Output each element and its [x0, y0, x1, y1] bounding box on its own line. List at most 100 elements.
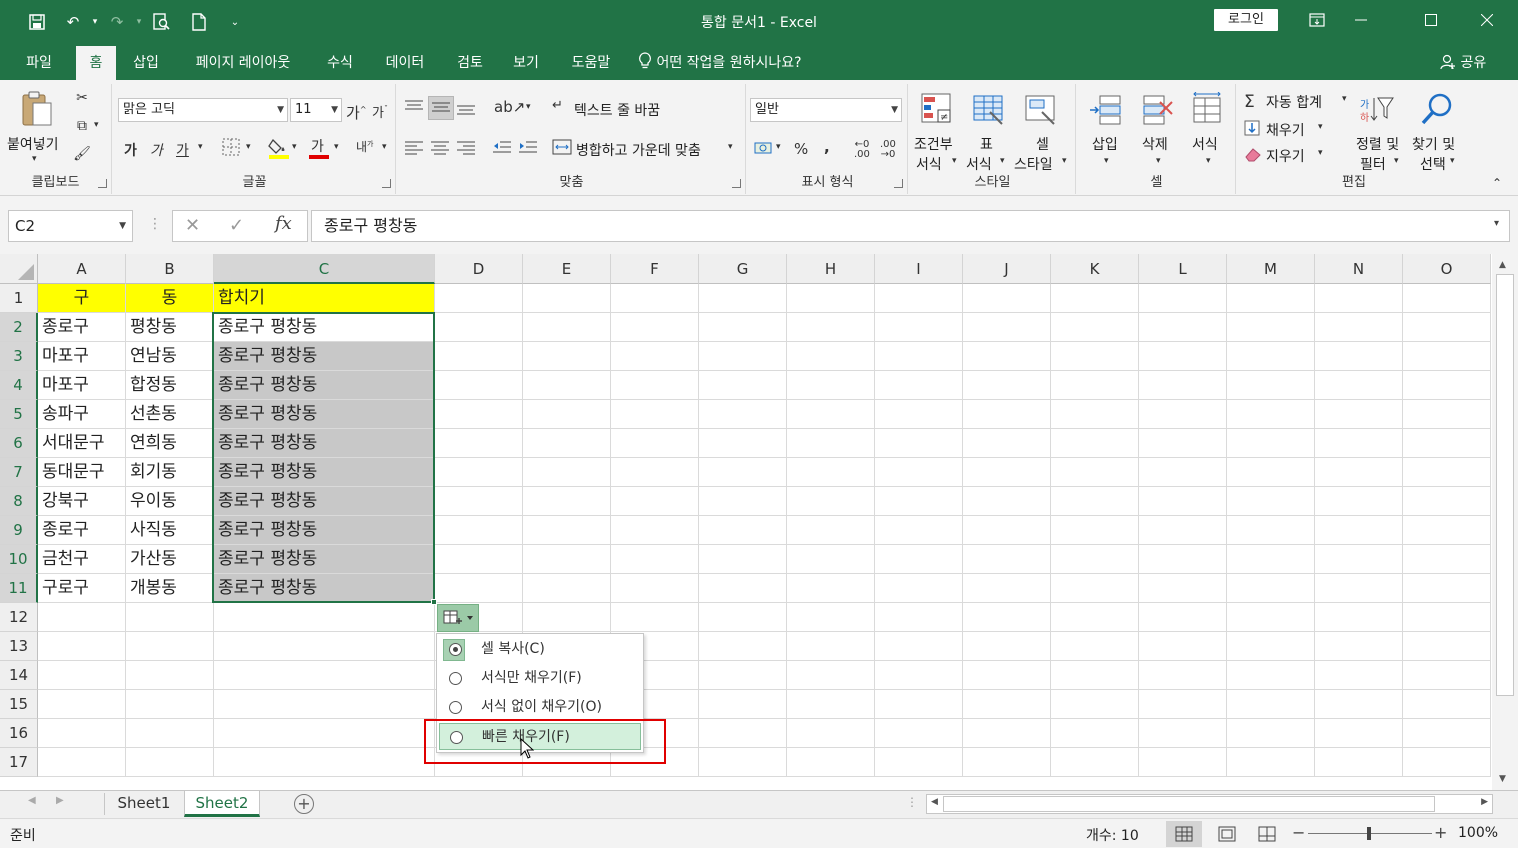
cell-e6[interactable] — [523, 429, 611, 458]
decrease-decimal-icon[interactable]: .00 →0 — [880, 140, 896, 160]
accounting-dropdown-icon[interactable]: ▾ — [776, 142, 781, 152]
cell-o16[interactable] — [1403, 719, 1491, 748]
cell-o6[interactable] — [1403, 429, 1491, 458]
shrink-font-button[interactable]: 가ˇ — [372, 102, 388, 121]
cell-k3[interactable] — [1051, 342, 1139, 371]
cell-l6[interactable] — [1139, 429, 1227, 458]
cell-l15[interactable] — [1139, 690, 1227, 719]
cell-g10[interactable] — [699, 545, 787, 574]
format-cells-icon[interactable] — [1190, 91, 1224, 126]
collapse-ribbon-icon[interactable]: ⌃ — [1492, 176, 1502, 190]
font-color-icon[interactable]: 가 — [308, 136, 330, 164]
cell-j4[interactable] — [963, 371, 1051, 400]
cell-b1[interactable]: 동 — [126, 284, 214, 313]
cell-o15[interactable] — [1403, 690, 1491, 719]
cell-o11[interactable] — [1403, 574, 1491, 603]
cell-h11[interactable] — [787, 574, 875, 603]
cell-m10[interactable] — [1227, 545, 1315, 574]
cell-i9[interactable] — [875, 516, 963, 545]
cell-i15[interactable] — [875, 690, 963, 719]
cell-o14[interactable] — [1403, 661, 1491, 690]
align-top-icon[interactable] — [404, 98, 424, 120]
zoom-slider-thumb[interactable] — [1367, 827, 1371, 840]
row-header-8[interactable]: 8 — [0, 487, 38, 516]
delete-cells-icon[interactable] — [1140, 92, 1174, 126]
cell-i1[interactable] — [875, 284, 963, 313]
cell-l9[interactable] — [1139, 516, 1227, 545]
cell-j15[interactable] — [963, 690, 1051, 719]
cell-a12[interactable] — [38, 603, 126, 632]
cell-l17[interactable] — [1139, 748, 1227, 777]
cell-b11[interactable]: 개봉동 — [126, 574, 214, 603]
conditional-formatting-icon[interactable]: ≠ — [920, 92, 954, 126]
confirm-entry-icon[interactable]: ✓ — [229, 215, 244, 236]
cell-j7[interactable] — [963, 458, 1051, 487]
tab-data[interactable]: 데이터 — [376, 46, 434, 80]
chevron-down-icon[interactable]: ▼ — [119, 211, 126, 241]
page-break-view-button[interactable] — [1254, 821, 1280, 847]
formula-input[interactable]: 종로구 평창동 — [311, 210, 1510, 242]
row-header-10[interactable]: 10 — [0, 545, 38, 574]
format-cells-label[interactable]: 서식 — [1192, 134, 1218, 154]
conditional-formatting-label1[interactable]: 조건부 — [914, 134, 953, 154]
comma-style-icon[interactable]: , — [824, 138, 830, 156]
cell-h10[interactable] — [787, 545, 875, 574]
row-header-12[interactable]: 12 — [0, 603, 38, 632]
save-icon[interactable] — [26, 11, 48, 33]
cell-j12[interactable] — [963, 603, 1051, 632]
cell-d7[interactable] — [435, 458, 523, 487]
cell-a11[interactable]: 구로구 — [38, 574, 126, 603]
cell-l10[interactable] — [1139, 545, 1227, 574]
column-header-o[interactable]: O — [1403, 254, 1491, 284]
cell-m2[interactable] — [1227, 313, 1315, 342]
cell-d2[interactable] — [435, 313, 523, 342]
cell-f5[interactable] — [611, 400, 699, 429]
cell-a3[interactable]: 마포구 — [38, 342, 126, 371]
cell-n16[interactable] — [1315, 719, 1403, 748]
merge-dropdown-icon[interactable]: ▾ — [728, 142, 733, 152]
underline-dropdown-icon[interactable]: ▾ — [198, 142, 203, 152]
cell-l16[interactable] — [1139, 719, 1227, 748]
cell-i6[interactable] — [875, 429, 963, 458]
cell-c5[interactable]: 종로구 평창동 — [214, 400, 435, 429]
row-header-14[interactable]: 14 — [0, 661, 38, 690]
cell-o17[interactable] — [1403, 748, 1491, 777]
cell-a10[interactable]: 금천구 — [38, 545, 126, 574]
cell-o2[interactable] — [1403, 313, 1491, 342]
cell-n11[interactable] — [1315, 574, 1403, 603]
radio-fill-without-formatting[interactable] — [449, 701, 462, 714]
phonetic-guide-icon[interactable]: 내가 — [356, 138, 374, 155]
cell-h3[interactable] — [787, 342, 875, 371]
cell-d10[interactable] — [435, 545, 523, 574]
cell-m13[interactable] — [1227, 632, 1315, 661]
cell-g8[interactable] — [699, 487, 787, 516]
menu-item-fill-formatting-only[interactable]: 서식만 채우기(F) — [439, 665, 641, 692]
cell-n15[interactable] — [1315, 690, 1403, 719]
cell-e1[interactable] — [523, 284, 611, 313]
cell-o3[interactable] — [1403, 342, 1491, 371]
tab-file[interactable]: 파일 — [12, 46, 66, 80]
number-format-combo[interactable]: 일반 ▼ — [750, 98, 902, 122]
underline-button[interactable]: 가 — [176, 140, 189, 160]
cell-a13[interactable] — [38, 632, 126, 661]
cell-k12[interactable] — [1051, 603, 1139, 632]
cell-n7[interactable] — [1315, 458, 1403, 487]
number-launcher-icon[interactable] — [894, 179, 903, 188]
cell-k9[interactable] — [1051, 516, 1139, 545]
cell-m7[interactable] — [1227, 458, 1315, 487]
cell-k6[interactable] — [1051, 429, 1139, 458]
row-header-15[interactable]: 15 — [0, 690, 38, 719]
formula-bar-grip-icon[interactable]: ⋮ — [148, 216, 162, 232]
ribbon-display-options-icon[interactable] — [1294, 0, 1340, 40]
cell-m6[interactable] — [1227, 429, 1315, 458]
cell-a4[interactable]: 마포구 — [38, 371, 126, 400]
tab-help[interactable]: 도움말 — [562, 46, 620, 80]
cell-g17[interactable] — [699, 748, 787, 777]
cell-e5[interactable] — [523, 400, 611, 429]
cell-i4[interactable] — [875, 371, 963, 400]
cell-j8[interactable] — [963, 487, 1051, 516]
cell-b4[interactable]: 합정동 — [126, 371, 214, 400]
cell-styles-icon[interactable] — [1024, 92, 1058, 126]
cell-h7[interactable] — [787, 458, 875, 487]
cell-d9[interactable] — [435, 516, 523, 545]
